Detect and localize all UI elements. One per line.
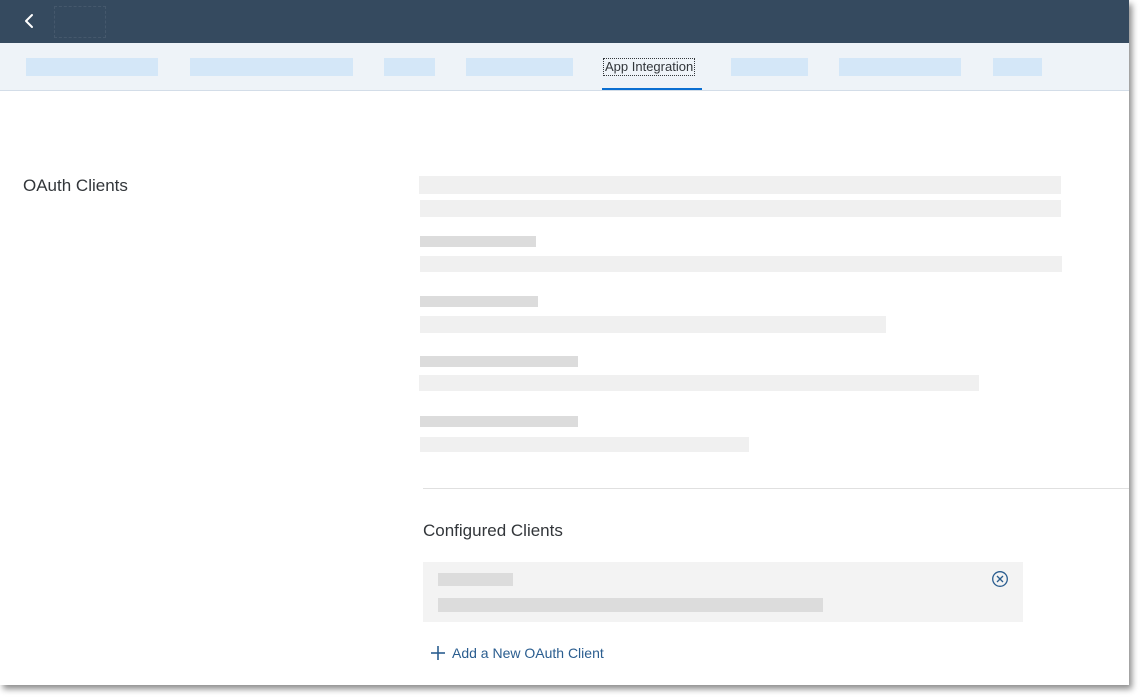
add-oauth-client-label: Add a New OAuth Client [452, 645, 604, 661]
description-placeholder [420, 200, 1061, 217]
client-detail-placeholder [438, 598, 823, 612]
active-tab-indicator [602, 88, 702, 90]
add-oauth-client-link[interactable]: Add a New OAuth Client [430, 645, 604, 661]
tab-placeholder[interactable] [190, 58, 353, 76]
tab-placeholder[interactable] [839, 58, 961, 76]
tab-app-integration[interactable]: App Integration [602, 56, 702, 90]
client-name-placeholder [438, 573, 513, 586]
plus-icon [431, 646, 445, 660]
section-divider [423, 488, 1129, 489]
field-value-placeholder [420, 256, 1062, 272]
tab-placeholder[interactable] [731, 58, 808, 76]
shell-header [0, 0, 1129, 43]
app-title-placeholder [54, 6, 106, 38]
tab-placeholder[interactable] [384, 58, 435, 76]
field-label-placeholder [420, 416, 578, 427]
field-label-placeholder [420, 236, 536, 247]
chevron-left-icon [25, 14, 33, 28]
configured-clients-title: Configured Clients [423, 521, 563, 540]
tab-app-integration-label: App Integration [602, 58, 696, 76]
field-value-placeholder [419, 375, 979, 391]
section-title-oauth-clients: OAuth Clients [23, 176, 128, 195]
remove-client-button[interactable] [990, 569, 1010, 589]
tab-placeholder[interactable] [26, 58, 158, 76]
field-value-placeholder [420, 316, 886, 333]
field-label-placeholder [420, 356, 578, 367]
configured-client-card [423, 562, 1023, 622]
back-button[interactable] [14, 7, 44, 35]
description-placeholder [419, 176, 1061, 194]
field-label-placeholder [420, 296, 538, 307]
tab-placeholder[interactable] [993, 58, 1042, 76]
tab-placeholder[interactable] [466, 58, 573, 76]
circle-x-icon [992, 571, 1008, 587]
app-window: App Integration OAuth Clients Configured… [0, 0, 1129, 685]
tab-bar: App Integration [0, 43, 1129, 91]
field-value-placeholder [420, 437, 749, 452]
